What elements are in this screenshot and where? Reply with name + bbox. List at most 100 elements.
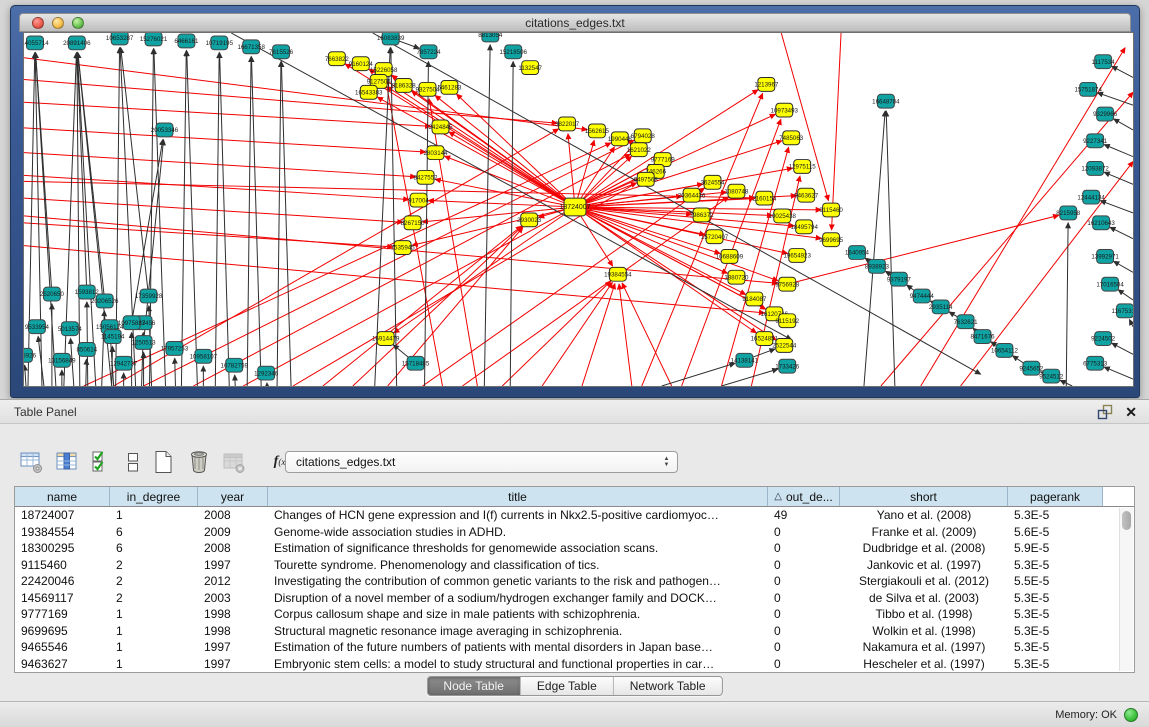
network-node[interactable]: 15718485 (402, 356, 430, 370)
network-node[interactable]: 7485063 (779, 131, 804, 145)
network-node[interactable]: 850614 (76, 342, 97, 356)
table-cell[interactable]: 22420046 (15, 573, 110, 590)
network-node[interactable]: 1250513 (132, 336, 157, 350)
network-node[interactable]: 2803144 (424, 146, 449, 160)
table-cell[interactable]: Changes of HCN gene expression and I(f) … (268, 507, 768, 524)
network-node[interactable]: 13992971 (1091, 250, 1119, 264)
table-cell[interactable]: 5.3E-5 (1008, 623, 1103, 640)
column-header-title[interactable]: title (268, 487, 768, 506)
table-cell[interactable]: Corpus callosum shape and size in male p… (268, 606, 768, 623)
network-node[interactable]: 1593812 (75, 285, 100, 299)
table-cell[interactable]: 2 (110, 557, 198, 574)
table-cell[interactable]: Estimation of significance thresholds fo… (268, 540, 768, 557)
table-cell[interactable]: Franke et al. (2009) (840, 524, 1008, 541)
network-node[interactable]: 10653287 (106, 33, 134, 45)
network-node[interactable]: 9533954 (25, 320, 50, 334)
network-node[interactable]: 19654923 (783, 249, 811, 263)
table-cell[interactable]: Structural magnetic resonance image aver… (268, 623, 768, 640)
network-node[interactable]: 1990448 (608, 132, 633, 146)
network-node[interactable]: 18724007 (560, 198, 591, 216)
table-row[interactable]: 1830029562008Estimation of significance … (15, 540, 1134, 557)
network-node[interactable]: 1080748 (724, 184, 749, 198)
table-cell[interactable]: 14569117 (15, 590, 110, 607)
table-cell[interactable]: 0 (768, 639, 840, 656)
table-cell[interactable]: 9463627 (15, 656, 110, 673)
table-selector-dropdown[interactable]: citations_edges.txt ▲▼ (285, 451, 678, 473)
network-node[interactable]: 9184087 (742, 292, 767, 306)
close-panel-icon[interactable]: ✕ (1125, 403, 1137, 421)
network-node[interactable]: 20891406 (63, 36, 91, 50)
table-cell[interactable]: 1 (110, 656, 198, 673)
network-node[interactable]: 14055714 (24, 36, 49, 50)
delete-column-icon[interactable] (185, 448, 213, 476)
tab-network-table[interactable]: Network Table (614, 677, 722, 695)
table-cell[interactable]: 0 (768, 590, 840, 607)
table-cell[interactable]: 1997 (198, 639, 268, 656)
table-cell[interactable]: Tourette syndrome. Phenomenology and cla… (268, 557, 768, 574)
table-cell[interactable]: 5.3E-5 (1008, 590, 1103, 607)
network-node[interactable]: 12444134 (1077, 190, 1105, 204)
table-cell[interactable]: Estimation of the future numbers of pati… (268, 639, 768, 656)
network-node[interactable]: 1213967 (754, 77, 779, 91)
network-node[interactable]: 2520650 (40, 287, 65, 301)
table-cell[interactable]: 6 (110, 524, 198, 541)
table-row[interactable]: 911546021997Tourette syndrome. Phenomeno… (15, 557, 1134, 574)
tab-node-table[interactable]: Node Table (427, 677, 521, 695)
table-cell[interactable]: 6 (110, 540, 198, 557)
float-panel-icon[interactable] (1095, 404, 1113, 420)
network-node[interactable]: 9115460 (819, 203, 843, 217)
table-cell[interactable]: 1 (110, 623, 198, 640)
network-node[interactable]: 15276021 (140, 33, 168, 46)
network-node[interactable]: 8813054 (478, 33, 503, 42)
network-node[interactable]: 3915926 (24, 348, 37, 362)
table-cell[interactable]: 5.9E-5 (1008, 540, 1103, 557)
column-header-out_de[interactable]: △out_de... (768, 487, 840, 506)
table-row[interactable]: 977716911998Corpus callosum shape and si… (15, 606, 1134, 623)
tab-edge-table[interactable]: Edge Table (521, 677, 614, 695)
column-header-name[interactable]: name (15, 487, 110, 506)
network-node[interactable]: 9379197 (887, 272, 912, 286)
network-node[interactable]: 15751874 (1074, 82, 1102, 96)
network-node[interactable]: 1145194 (101, 330, 125, 344)
network-node[interactable]: 17957253 (161, 342, 189, 356)
network-node[interactable]: 9227341 (1083, 134, 1108, 148)
table-cell[interactable]: Investigating the contribution of common… (268, 573, 768, 590)
table-cell[interactable]: 18724007 (15, 507, 110, 524)
network-node[interactable]: 1117534 (1092, 55, 1116, 69)
column-visibility-icon[interactable] (53, 448, 81, 476)
table-cell[interactable]: 5.3E-5 (1008, 639, 1103, 656)
table-cell[interactable]: 0 (768, 606, 840, 623)
table-row[interactable]: 1456911722003Disruption of a novel membe… (15, 590, 1134, 607)
table-cell[interactable]: 49 (768, 507, 840, 524)
unselect-rows-icon[interactable] (123, 448, 143, 476)
network-node[interactable]: 7535945 (391, 241, 416, 255)
table-cell[interactable]: 1997 (198, 557, 268, 574)
network-node[interactable]: 16648784 (872, 94, 900, 108)
table-cell[interactable]: 1 (110, 606, 198, 623)
network-node[interactable]: 7663822 (325, 52, 350, 66)
network-node[interactable]: 9463627 (794, 188, 819, 202)
network-node[interactable]: 10654112 (991, 343, 1019, 357)
column-header-short[interactable]: short (840, 487, 1008, 506)
network-node[interactable]: 7615526 (269, 45, 294, 59)
table-cell[interactable]: 0 (768, 623, 840, 640)
network-node[interactable]: 2935114 (929, 300, 953, 314)
table-cell[interactable]: Disruption of a novel member of a sodium… (268, 590, 768, 607)
table-cell[interactable]: Tibbo et al. (1998) (840, 606, 1008, 623)
network-node[interactable]: 1640954 (845, 246, 870, 260)
network-node[interactable]: 1621022 (627, 143, 652, 157)
network-node[interactable]: 16671358 (237, 40, 265, 54)
table-cell[interactable]: 9777169 (15, 606, 110, 623)
network-node[interactable]: 7857224 (417, 45, 442, 59)
table-cell[interactable]: 5.3E-5 (1008, 507, 1103, 524)
table-row[interactable]: 946362711997Embryonic stem cells: a mode… (15, 656, 1134, 673)
table-cell[interactable]: 5.3E-5 (1008, 606, 1103, 623)
network-canvas[interactable]: 1405571420891406106532871527602164661611… (23, 32, 1134, 387)
network-node[interactable]: 3624554 (701, 175, 726, 189)
column-header-in_degree[interactable]: in_degree (110, 487, 198, 506)
table-cell[interactable]: Jankovic et al. (1997) (840, 557, 1008, 574)
network-node[interactable]: 12093872 (1081, 162, 1109, 176)
table-cell[interactable]: 2 (110, 573, 198, 590)
network-node[interactable]: 1132547 (518, 61, 542, 75)
network-node[interactable]: 11675313 (1112, 304, 1133, 318)
